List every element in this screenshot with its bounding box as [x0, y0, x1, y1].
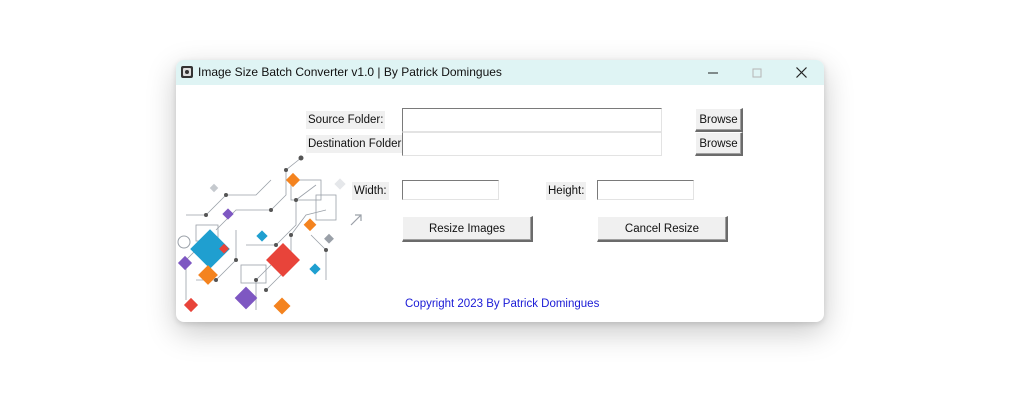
height-input[interactable]: [597, 180, 694, 200]
desktop-background: Image Size Batch Converter v1.0 | By Pat…: [0, 0, 1024, 409]
height-label: Height:: [546, 182, 587, 200]
destination-folder-input[interactable]: [402, 132, 662, 156]
decorative-circuit-art: [177, 155, 362, 315]
source-folder-input[interactable]: [402, 108, 662, 132]
title-bar[interactable]: Image Size Batch Converter v1.0 | By Pat…: [176, 60, 824, 85]
copyright-text: Copyright 2023 By Patrick Domingues: [405, 298, 600, 310]
resize-images-button[interactable]: Resize Images: [402, 216, 533, 242]
app-window: Image Size Batch Converter v1.0 | By Pat…: [176, 60, 824, 322]
maximize-icon: [752, 68, 762, 77]
destination-browse-button[interactable]: Browse: [695, 132, 743, 156]
maximize-button[interactable]: [735, 60, 779, 85]
cancel-resize-button[interactable]: Cancel Resize: [597, 216, 728, 242]
close-icon: [795, 67, 807, 78]
minimize-icon: [708, 72, 718, 73]
source-folder-label: Source Folder:: [306, 111, 386, 129]
app-icon: [181, 66, 193, 78]
destination-folder-label: Destination Folder:: [306, 135, 407, 153]
source-browse-button[interactable]: Browse: [695, 108, 743, 132]
width-input[interactable]: [402, 180, 499, 200]
close-button[interactable]: [779, 60, 823, 85]
window-title: Image Size Batch Converter v1.0 | By Pat…: [198, 65, 502, 79]
minimize-button[interactable]: [691, 60, 735, 85]
width-label: Width:: [352, 182, 389, 200]
